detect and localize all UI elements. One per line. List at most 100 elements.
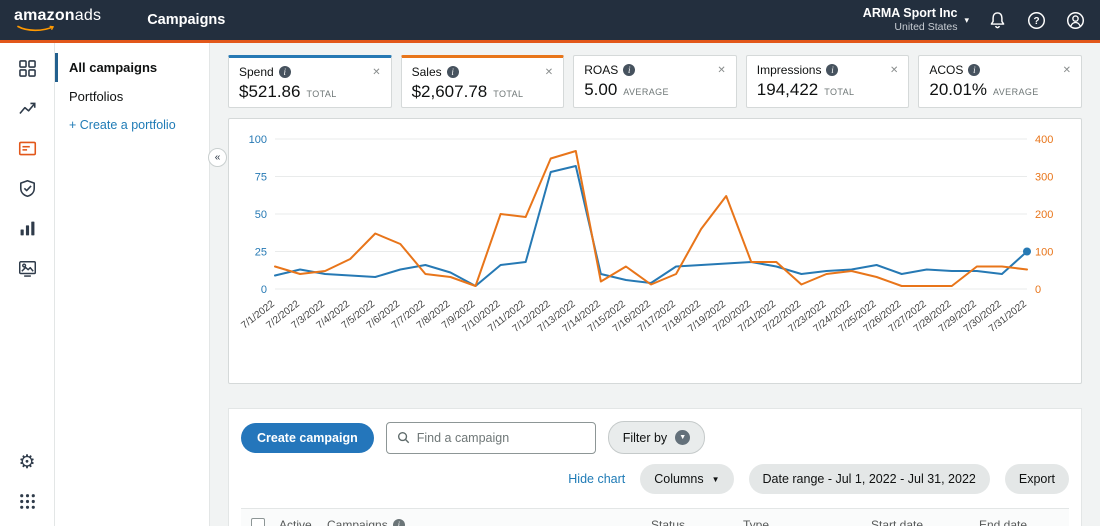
metric-label: ACOS	[929, 63, 964, 77]
svg-text:200: 200	[1035, 209, 1053, 221]
metric-value: 194,422	[756, 80, 819, 99]
performance-icon[interactable]	[17, 98, 38, 119]
table-header: Active Campaigns i Status Type Start dat…	[241, 508, 1069, 526]
metric-qualifier: AVERAGE	[993, 87, 1039, 97]
export-button[interactable]: Export	[1004, 464, 1069, 494]
columns-label: Columns	[654, 472, 704, 486]
create-portfolio-link[interactable]: + Create a portfolio	[55, 111, 209, 139]
metric-card-sales[interactable]: Sales i ✕ $2,607.78 TOTAL	[400, 55, 565, 108]
svg-text:300: 300	[1035, 172, 1053, 184]
campaign-search[interactable]	[385, 421, 596, 454]
amazon-smile-icon	[17, 25, 54, 32]
campaigns-panel: Create campaign Filter by ▼ Hide chart C…	[228, 408, 1082, 526]
metric-value: $2,607.78	[411, 82, 488, 101]
svg-text:400: 400	[1035, 134, 1053, 146]
info-icon[interactable]: i	[278, 66, 291, 78]
column-header-active[interactable]: Active	[279, 518, 327, 526]
filter-by-label: Filter by	[622, 430, 668, 445]
account-person-icon[interactable]	[1065, 10, 1086, 31]
metric-card-acos[interactable]: ACOS i ✕ 20.01% AVERAGE	[918, 55, 1082, 108]
topbar: amazonads Campaigns ARMA Sport Inc Unite…	[0, 0, 1100, 43]
search-input[interactable]	[416, 430, 585, 445]
creative-icon[interactable]	[17, 258, 38, 279]
svg-text:0: 0	[1035, 284, 1041, 296]
metric-cards: Spend i ✕ $521.86 TOTAL Sales i ✕ $2,607.78 TOTAL…	[228, 55, 1082, 108]
metric-qualifier: TOTAL	[824, 87, 855, 97]
close-icon[interactable]: ✕	[890, 65, 898, 76]
metric-label: Spend	[239, 65, 274, 79]
chevron-down-icon: ▾	[964, 14, 969, 25]
collapse-panel-button[interactable]: «	[208, 148, 227, 167]
column-header-end-date[interactable]: End date	[979, 518, 1059, 526]
account-text: ARMA Sport Inc United States	[863, 6, 958, 35]
metric-qualifier: AVERAGE	[623, 87, 669, 97]
info-icon[interactable]: i	[623, 64, 636, 76]
toolbar-row-secondary: Hide chart Columns ▼ Date range - Jul 1,…	[241, 464, 1069, 494]
account-name: ARMA Sport Inc	[862, 5, 958, 20]
app: amazonads Campaigns ARMA Sport Inc Unite…	[0, 0, 1100, 526]
nav-item-all-campaigns[interactable]: All campaigns	[55, 53, 209, 82]
topbar-right: ARMA Sport Inc United States ▾ ?	[863, 6, 1086, 35]
info-icon[interactable]: i	[968, 64, 981, 76]
account-switcher[interactable]: ARMA Sport Inc United States ▾	[863, 6, 969, 35]
search-icon	[397, 431, 409, 444]
svg-text:?: ?	[1033, 15, 1039, 26]
metric-value: $521.86	[239, 82, 301, 101]
brand-shield-icon[interactable]	[17, 178, 38, 199]
dashboard-icon[interactable]	[17, 58, 38, 79]
icon-sidebar: ⚙	[0, 43, 55, 526]
close-icon[interactable]: ✕	[1063, 65, 1071, 76]
date-range-button[interactable]: Date range - Jul 1, 2022 - Jul 31, 2022	[748, 464, 990, 494]
main-content: Spend i ✕ $521.86 TOTAL Sales i ✕ $2,607.78 TOTAL…	[210, 43, 1100, 526]
column-header-type[interactable]: Type	[743, 518, 871, 526]
reports-icon[interactable]	[17, 218, 38, 239]
metric-label: Sales	[411, 65, 442, 79]
close-icon[interactable]: ✕	[545, 67, 553, 78]
close-icon[interactable]: ✕	[717, 65, 725, 76]
metric-label: ROAS	[584, 63, 619, 77]
info-icon[interactable]: i	[392, 519, 405, 526]
metric-card-roas[interactable]: ROAS i ✕ 5.00 AVERAGE	[573, 55, 737, 108]
metric-qualifier: TOTAL	[306, 89, 337, 99]
settings-gear-icon[interactable]: ⚙	[18, 453, 35, 472]
svg-text:100: 100	[1035, 247, 1053, 259]
close-icon[interactable]: ✕	[372, 67, 380, 78]
help-icon[interactable]: ?	[1026, 10, 1047, 31]
filter-by-button[interactable]: Filter by ▼	[607, 421, 706, 454]
metric-label: Impressions	[756, 63, 822, 77]
amazon-ads-logo[interactable]: amazonads	[14, 8, 101, 32]
column-header-start-date[interactable]: Start date	[871, 518, 979, 526]
svg-text:0: 0	[261, 284, 267, 296]
metric-card-spend[interactable]: Spend i ✕ $521.86 TOTAL	[228, 55, 392, 108]
nav-item-portfolios[interactable]: Portfolios	[55, 82, 209, 111]
metric-value: 20.01%	[929, 80, 988, 99]
account-region: United States	[894, 21, 958, 34]
svg-text:100: 100	[249, 134, 267, 146]
campaigns-icon[interactable]	[17, 138, 38, 159]
apps-grid-icon[interactable]	[17, 491, 38, 512]
campaigns-column-label: Campaigns	[327, 518, 388, 526]
info-icon[interactable]: i	[826, 64, 839, 76]
page-title: Campaigns	[147, 12, 226, 28]
nav-panel: All campaigns Portfolios + Create a port…	[55, 43, 210, 526]
metric-qualifier: TOTAL	[493, 89, 524, 99]
chart-card: 0 25 50 75 100 0 100 200 300 400 7/1/2022 7/2/2022 7…	[228, 118, 1082, 384]
metric-value: 5.00	[584, 80, 618, 99]
notifications-bell-icon[interactable]	[987, 10, 1008, 31]
svg-text:50: 50	[255, 209, 267, 221]
chevron-down-icon: ▼	[711, 474, 720, 484]
columns-button[interactable]: Columns ▼	[640, 464, 734, 494]
create-campaign-button[interactable]: Create campaign	[241, 422, 374, 453]
hide-chart-link[interactable]: Hide chart	[568, 472, 625, 486]
svg-text:75: 75	[255, 172, 267, 184]
metric-card-impressions[interactable]: Impressions i ✕ 194,422 TOTAL	[745, 55, 910, 108]
logo-text: amazonads	[14, 7, 102, 24]
column-header-campaigns[interactable]: Campaigns i	[327, 518, 651, 526]
toolbar-row-primary: Create campaign Filter by ▼	[241, 421, 1069, 454]
info-icon[interactable]: i	[446, 66, 459, 78]
chevron-down-icon: ▼	[675, 430, 691, 445]
svg-text:25: 25	[255, 247, 267, 259]
column-header-status[interactable]: Status	[651, 518, 743, 526]
select-all-checkbox[interactable]	[251, 518, 265, 526]
performance-chart[interactable]: 025507510001002003004007/1/20227/2/20227…	[231, 125, 1077, 379]
